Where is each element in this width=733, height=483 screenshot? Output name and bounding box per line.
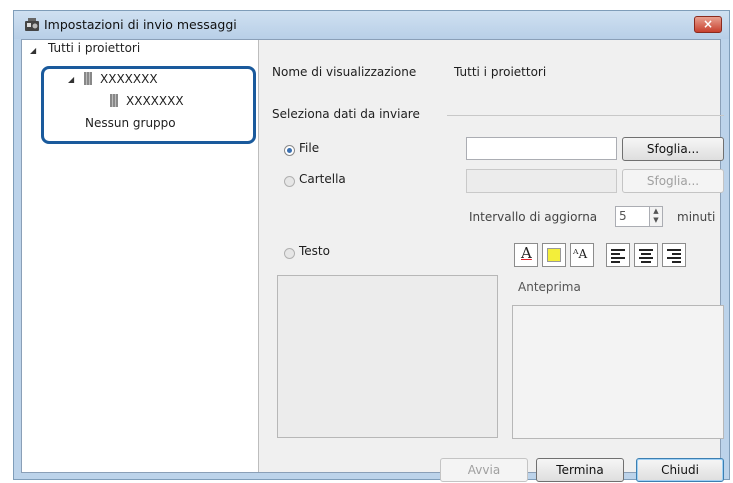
dialog-body: ◢ Tutti i proiettori ◢ XXXXXXX XXXXXXX N… [21, 39, 724, 482]
title-bar: Impostazioni di invio messaggi × [14, 11, 729, 39]
folder-label[interactable]: Cartella [299, 172, 346, 186]
folder-radio[interactable] [284, 176, 295, 187]
align-center-button[interactable] [634, 243, 658, 267]
file-browse-button[interactable]: Sfoglia... [622, 137, 724, 161]
text-radio[interactable] [284, 248, 295, 259]
folder-browse-button[interactable]: Sfoglia... [622, 169, 724, 193]
stop-button[interactable]: Termina [536, 458, 624, 482]
projector-app-icon [25, 18, 39, 31]
message-text-area[interactable] [277, 275, 498, 438]
background-color-icon [547, 248, 561, 262]
dialog-window: Impostazioni di invio messaggi × ◢ Tutti… [13, 10, 730, 482]
display-name-label: Nome di visualizzazione [272, 65, 417, 79]
folder-path-input[interactable] [466, 169, 617, 193]
interval-spinner[interactable]: ▲ ▼ [649, 206, 663, 227]
font-color-icon: A [521, 244, 532, 262]
text-label[interactable]: Testo [299, 244, 330, 258]
close-window-button[interactable]: × [694, 16, 722, 33]
background-color-button[interactable] [542, 243, 566, 267]
file-radio[interactable] [284, 145, 295, 156]
preview-label: Anteprima [518, 280, 581, 294]
font-button[interactable]: ᴬA [570, 243, 594, 267]
interval-label: Intervallo di aggiorna [469, 210, 598, 224]
align-left-button[interactable] [606, 243, 630, 267]
collapse-arrow-icon[interactable]: ◢ [30, 46, 36, 55]
display-name-value: Tutti i proiettori [454, 65, 547, 79]
font-color-button[interactable]: A [514, 243, 538, 267]
interval-input[interactable]: 5 [615, 206, 653, 227]
selection-highlight-frame [41, 66, 256, 144]
projector-tree: ◢ Tutti i proiettori ◢ XXXXXXX XXXXXXX N… [22, 40, 259, 472]
font-icon: ᴬA [573, 247, 588, 261]
file-path-input[interactable] [466, 137, 617, 160]
align-center-icon [639, 249, 653, 263]
align-right-icon [667, 249, 681, 263]
interval-unit: minuti [677, 210, 716, 224]
preview-area [512, 305, 724, 439]
file-label[interactable]: File [299, 141, 319, 155]
close-button[interactable]: Chiudi [636, 458, 724, 482]
select-data-label: Seleziona dati da inviare [272, 107, 420, 121]
window-title: Impostazioni di invio messaggi [44, 17, 237, 32]
align-left-icon [611, 249, 625, 263]
section-divider [447, 115, 724, 116]
start-button[interactable]: Avvia [440, 458, 528, 482]
tree-item-all-projectors[interactable]: Tutti i proiettori [48, 41, 140, 55]
align-right-button[interactable] [662, 243, 686, 267]
